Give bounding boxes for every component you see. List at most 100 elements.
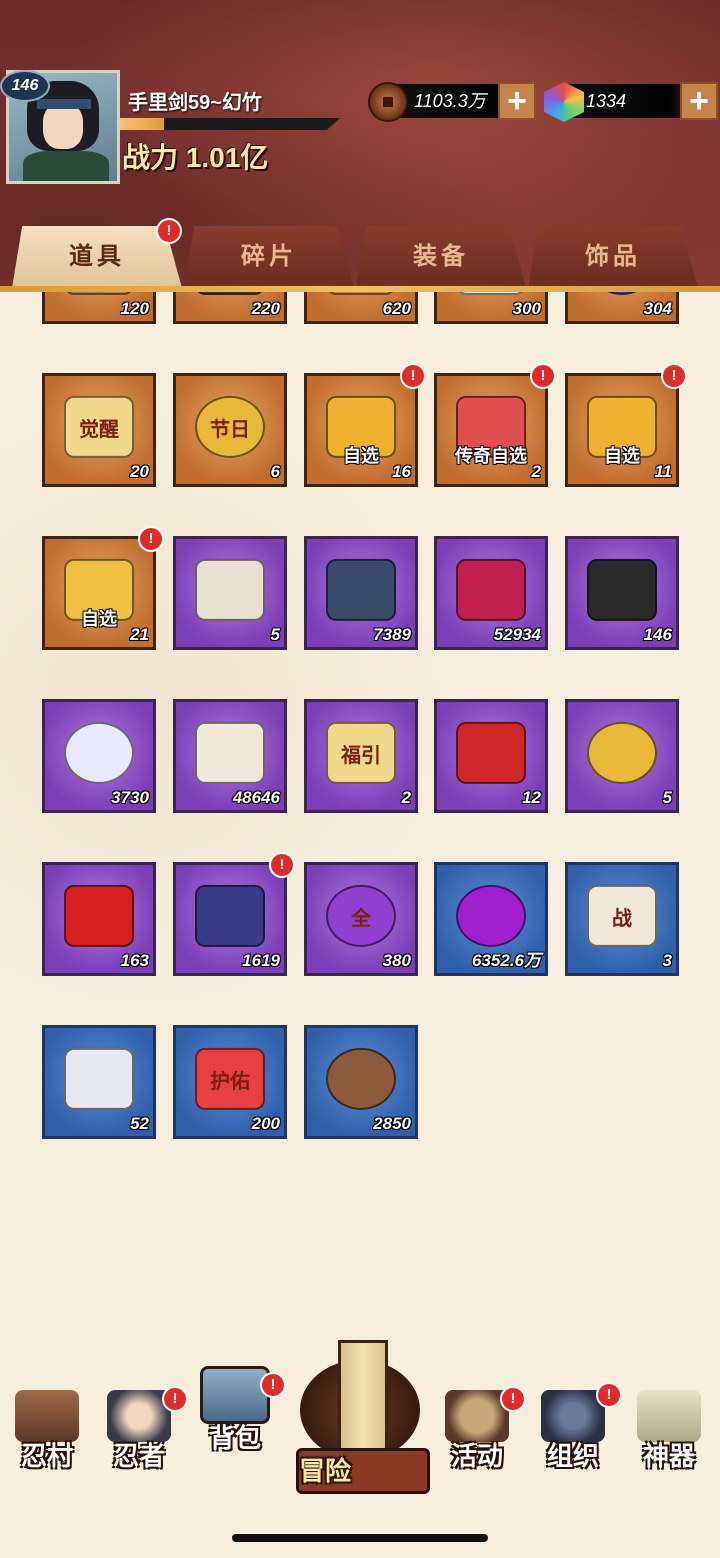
- item-slot[interactable]: 6352.6万: [434, 862, 548, 976]
- add-gems-button[interactable]: +: [680, 82, 718, 120]
- item-count: 52934: [493, 625, 541, 644]
- ore-icon: [587, 558, 657, 621]
- item-count: 21: [130, 625, 149, 644]
- xp-bar-fill: [120, 118, 164, 130]
- item-slot[interactable]: 220: [173, 292, 287, 324]
- player-name: 手里剑59~幻竹: [128, 92, 262, 114]
- item-slot[interactable]: 52: [42, 1025, 156, 1139]
- nav-adventure[interactable]: 冒险: [290, 1340, 430, 1494]
- nav-ninja-label: 忍者: [112, 1441, 165, 1471]
- item-label: 传奇自选: [455, 446, 527, 466]
- xp-bar: [120, 118, 340, 130]
- bandage-icon: [456, 292, 526, 295]
- all-orb-icon: 全: [326, 884, 396, 947]
- item-slot[interactable]: 战3: [565, 862, 679, 976]
- item-count: 146: [643, 625, 672, 644]
- item-icon-text: 护佑: [210, 1070, 250, 1093]
- item-count: 163: [120, 951, 149, 970]
- artifact-book-icon: [637, 1390, 701, 1442]
- nav-organization-label: 组织: [546, 1441, 599, 1471]
- tab-accessories[interactable]: 饰品: [528, 226, 698, 288]
- amulet-icon: 护佑: [195, 1047, 265, 1110]
- item-slot[interactable]: 福引 2: [304, 699, 418, 813]
- yin-yang-icon: [64, 721, 134, 784]
- scroll-icon: [195, 558, 265, 621]
- avatar-face: [43, 103, 83, 149]
- item-icon-text: 福引: [341, 744, 381, 767]
- item-slot[interactable]: 觉醒 20: [42, 373, 156, 487]
- copper-coin-icon: [368, 82, 408, 122]
- gem-value: 1334: [586, 91, 627, 111]
- item-slot[interactable]: 7389: [304, 536, 418, 650]
- item-slot[interactable]: 12: [434, 699, 548, 813]
- adventure-scroll-icon: [338, 1340, 388, 1456]
- item-slot[interactable]: 传奇自选 2: [434, 373, 548, 487]
- item-count: 16: [392, 462, 411, 481]
- item-icon-text: 觉醒: [79, 418, 119, 441]
- item-count: 12: [522, 788, 541, 807]
- item-slot[interactable]: 48646: [173, 699, 287, 813]
- player-level-badge: 146: [0, 70, 50, 102]
- nav-events-alert-badge: !: [500, 1386, 526, 1412]
- home-indicator[interactable]: [232, 1534, 488, 1542]
- nav-events-label: 活动: [450, 1441, 503, 1471]
- item-count: 2850: [373, 1114, 411, 1133]
- item-alert-badge: !: [269, 852, 295, 878]
- nav-backpack-alert-badge: !: [260, 1372, 286, 1398]
- item-count: 11: [654, 462, 672, 481]
- nav-artifact[interactable]: 神器: [624, 1390, 714, 1473]
- item-count: 52: [130, 1114, 149, 1133]
- purple-orb-icon: [456, 884, 526, 947]
- item-slot[interactable]: 节日 6: [173, 373, 287, 487]
- village-gate-icon: [15, 1390, 79, 1442]
- item-count: 300: [512, 299, 541, 318]
- fortune-ticket-icon: 福引: [326, 721, 396, 784]
- item-slot[interactable]: 5: [565, 699, 679, 813]
- item-slot[interactable]: 120: [42, 292, 156, 324]
- nav-ninja-alert-badge: !: [162, 1386, 188, 1412]
- item-icon-text: 战: [612, 907, 632, 930]
- item-count: 380: [382, 951, 411, 970]
- item-slot[interactable]: 5: [173, 536, 287, 650]
- rope-icon: [64, 292, 134, 295]
- item-slot[interactable]: 163: [42, 862, 156, 976]
- item-count: 1619: [242, 951, 280, 970]
- battle-scroll-icon: 战: [587, 884, 657, 947]
- item-count: 220: [251, 299, 280, 318]
- item-slot[interactable]: 2850: [304, 1025, 418, 1139]
- item-count: 200: [251, 1114, 280, 1133]
- item-slot[interactable]: 52934: [434, 536, 548, 650]
- combat-power: 战力 1.01亿: [122, 142, 269, 173]
- backpack-icon: [200, 1366, 270, 1424]
- item-slot[interactable]: 304: [565, 292, 679, 324]
- nav-village[interactable]: 忍村: [2, 1390, 92, 1473]
- item-slot[interactable]: 护佑 200: [173, 1025, 287, 1139]
- item-grid[interactable]: 120 220 620 300 304 觉醒 20 节日 6 自选 16! 传奇自选 2! 自选 11! 自选…: [0, 292, 720, 1332]
- cloth-icon: [64, 1047, 134, 1110]
- coin-value: 1103.3万: [414, 91, 486, 111]
- item-count: 3730: [111, 788, 149, 807]
- tab-fragments[interactable]: 碎片: [184, 226, 354, 288]
- item-count: 5: [662, 788, 672, 807]
- tab-equipment[interactable]: 装备: [356, 226, 526, 288]
- add-coins-button[interactable]: +: [498, 82, 536, 120]
- item-slot[interactable]: 3730: [42, 699, 156, 813]
- item-slot[interactable]: 1619: [173, 862, 287, 976]
- item-slot[interactable]: 300: [434, 292, 548, 324]
- item-count: 304: [643, 299, 672, 318]
- potion-jar-icon: [456, 558, 526, 621]
- item-slot[interactable]: 自选 16: [304, 373, 418, 487]
- item-count: 7389: [373, 625, 411, 644]
- item-slot[interactable]: 146: [565, 536, 679, 650]
- item-count: 5: [270, 625, 280, 644]
- avatar-body: [23, 151, 109, 181]
- avatar-headband: [37, 99, 91, 109]
- item-slot[interactable]: 自选 11: [565, 373, 679, 487]
- item-slot[interactable]: 全 380: [304, 862, 418, 976]
- awaken-ticket-icon: 觉醒: [64, 395, 134, 458]
- item-slot[interactable]: 自选 21: [42, 536, 156, 650]
- upgrade-book-icon: [326, 558, 396, 621]
- torii-coin-icon: [587, 721, 657, 784]
- item-count: 48646: [232, 788, 280, 807]
- item-slot[interactable]: 620: [304, 292, 418, 324]
